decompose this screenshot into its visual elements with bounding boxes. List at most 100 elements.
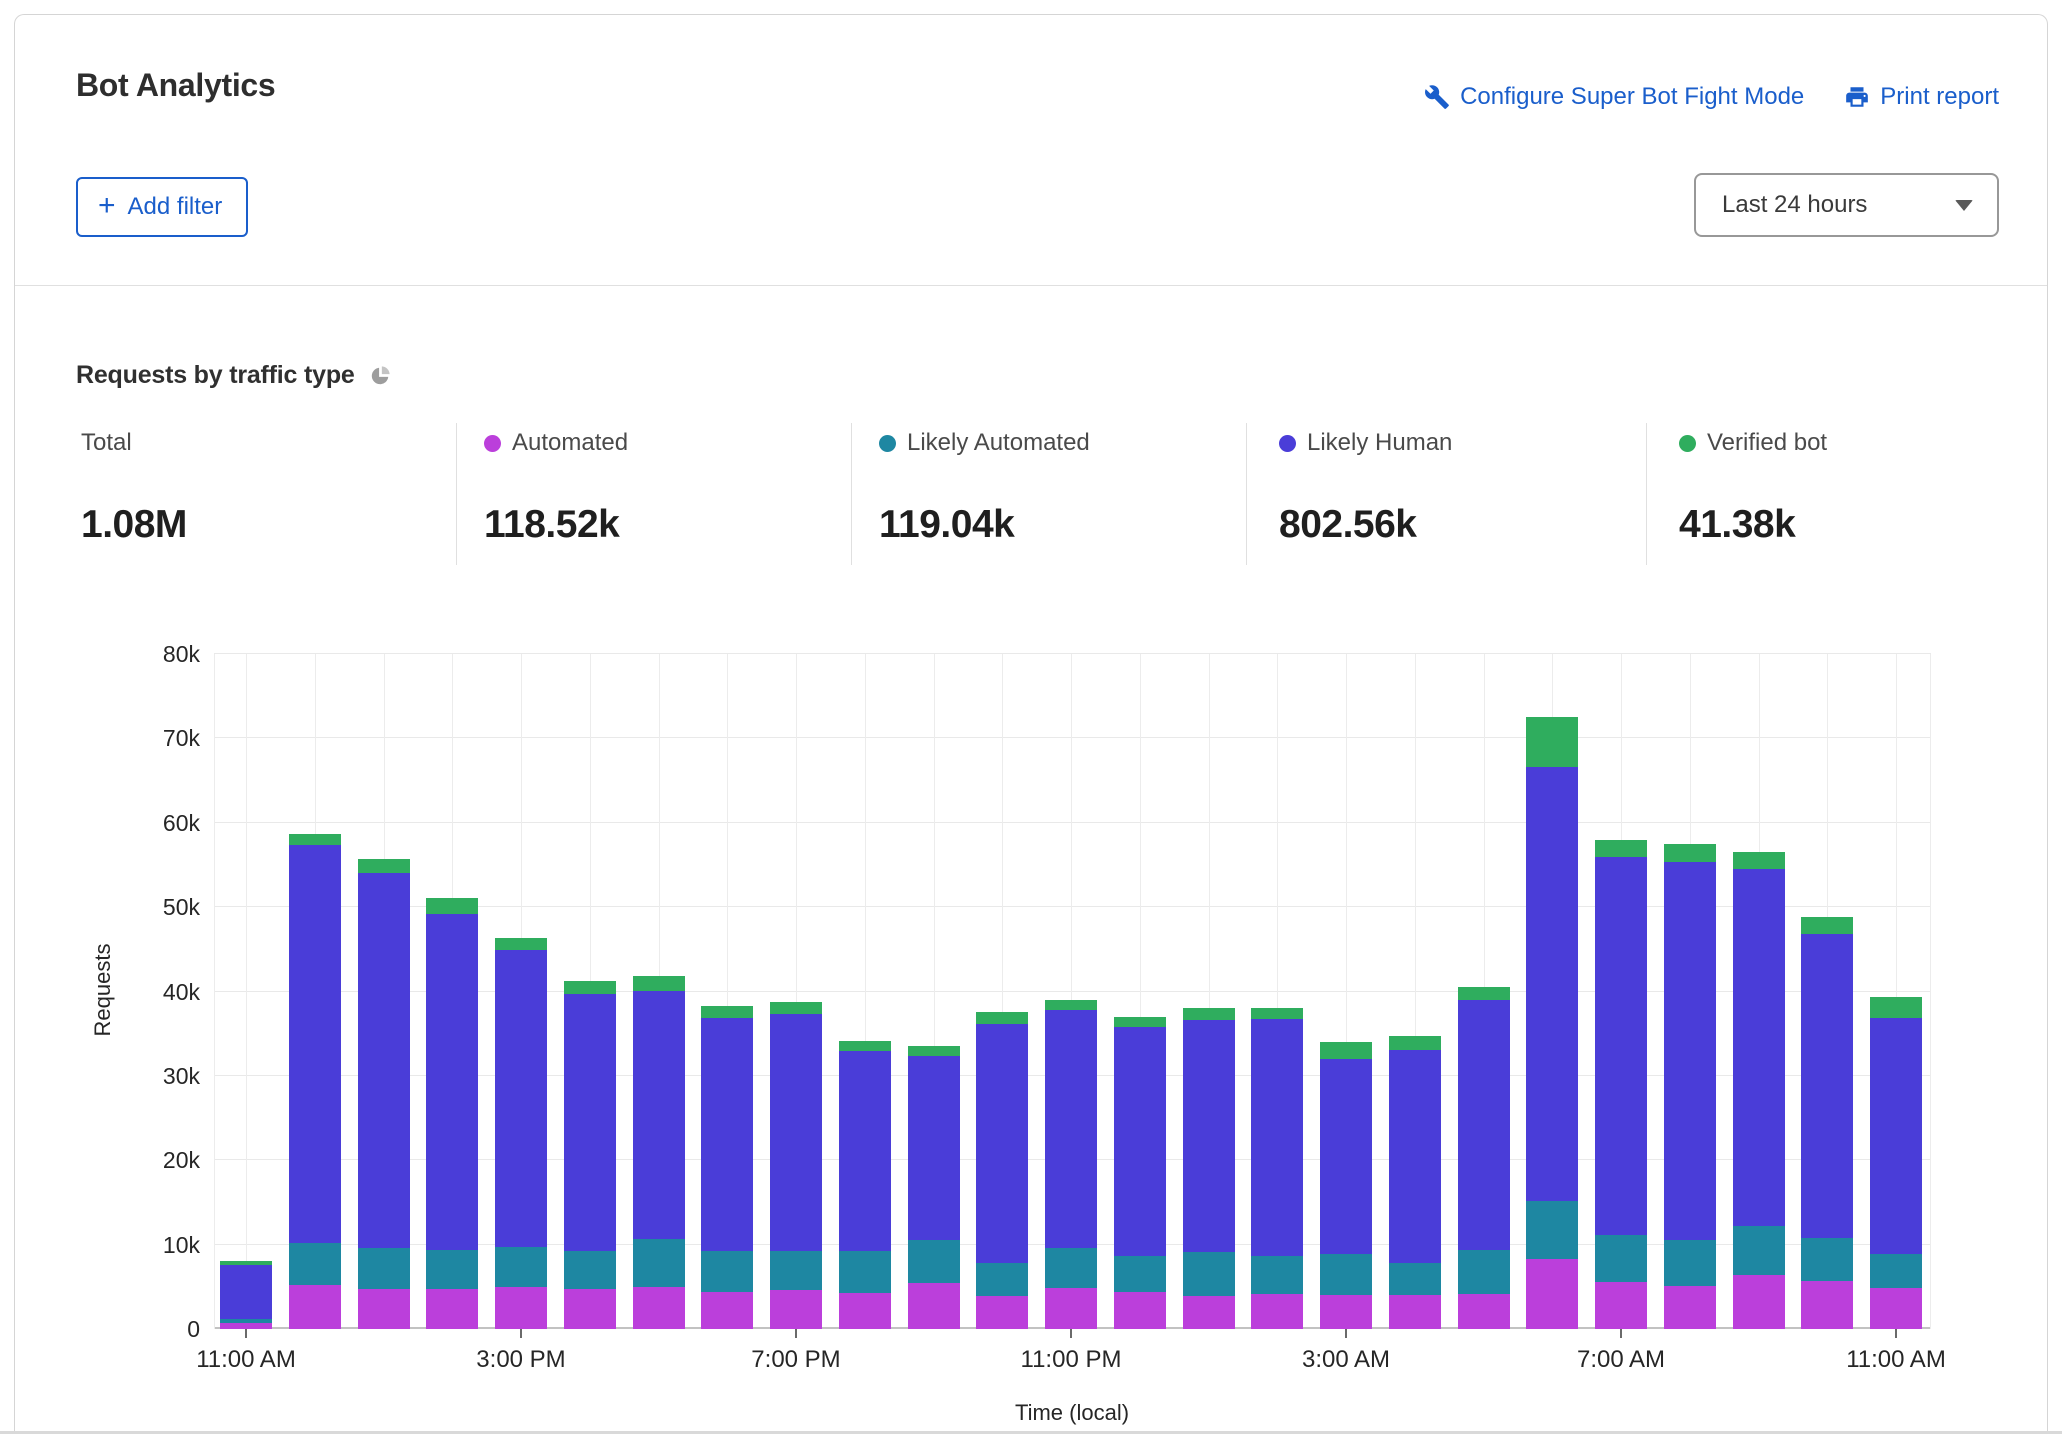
bar-6-00-pm[interactable] xyxy=(701,1006,753,1329)
bar-6-00-am[interactable] xyxy=(1526,717,1578,1329)
bar-segment-likely-automated xyxy=(1458,1250,1510,1295)
bar-segment-likely-automated xyxy=(495,1247,547,1287)
y-tick-label: 70k xyxy=(110,724,200,752)
bar-segment-automated xyxy=(495,1287,547,1329)
bar-segment-automated xyxy=(1526,1259,1578,1329)
stat-label: Total xyxy=(81,429,132,457)
x-tickmark xyxy=(1620,1329,1622,1338)
stat-value: 802.56k xyxy=(1279,503,1416,547)
stat-automated[interactable]: Automated118.52k xyxy=(484,429,628,457)
bar-10-00-pm[interactable] xyxy=(976,1012,1028,1329)
bar-1-00-am[interactable] xyxy=(1183,1008,1235,1329)
bar-segment-likely-human xyxy=(1045,1010,1097,1248)
bar-segment-verified-bot xyxy=(1733,852,1785,869)
bar-12-00-pm[interactable] xyxy=(289,834,341,1329)
section-title: Requests by traffic type xyxy=(76,361,391,390)
stat-value: 119.04k xyxy=(879,503,1014,547)
bar-7-00-am[interactable] xyxy=(1595,840,1647,1329)
bar-8-00-pm[interactable] xyxy=(839,1041,891,1329)
stat-label-text: Likely Human xyxy=(1307,429,1452,457)
bar-segment-likely-human xyxy=(1114,1027,1166,1256)
x-tick-label: 11:00 AM xyxy=(156,1346,336,1374)
bar-segment-automated xyxy=(1870,1288,1922,1329)
bar-segment-likely-human xyxy=(1458,1000,1510,1250)
stats-divider xyxy=(851,423,852,565)
bar-4-00-pm[interactable] xyxy=(564,981,616,1329)
bar-segment-automated xyxy=(1114,1292,1166,1329)
bar-segment-likely-automated xyxy=(358,1248,410,1289)
bar-segment-likely-human xyxy=(633,991,685,1239)
bar-1-00-pm[interactable] xyxy=(358,859,410,1329)
bar-4-00-am[interactable] xyxy=(1389,1036,1441,1329)
bar-segment-likely-human xyxy=(495,950,547,1247)
pie-chart-icon xyxy=(369,365,391,387)
bar-3-00-am[interactable] xyxy=(1320,1042,1372,1329)
configure-super-bot-fight-mode-link[interactable]: Configure Super Bot Fight Mode xyxy=(1424,83,1804,111)
legend-dot xyxy=(879,435,896,452)
bar-segment-likely-automated xyxy=(1870,1254,1922,1288)
legend-dot xyxy=(1679,435,1696,452)
bar-segment-verified-bot xyxy=(564,981,616,994)
bar-3-00-pm[interactable] xyxy=(495,938,547,1330)
stat-likely-human[interactable]: Likely Human802.56k xyxy=(1279,429,1452,457)
add-filter-button[interactable]: + Add filter xyxy=(76,177,248,237)
bar-9-00-am[interactable] xyxy=(1733,852,1785,1329)
bar-segment-likely-automated xyxy=(1801,1238,1853,1281)
bar-segment-likely-automated xyxy=(1526,1201,1578,1259)
bar-segment-likely-human xyxy=(1664,862,1716,1240)
x-gridline xyxy=(246,654,247,1329)
bar-segment-likely-automated xyxy=(908,1240,960,1284)
bar-segment-likely-automated xyxy=(1664,1240,1716,1286)
bar-9-00-pm[interactable] xyxy=(908,1046,960,1329)
stat-label: Automated xyxy=(484,429,628,457)
print-report-link[interactable]: Print report xyxy=(1844,83,1999,111)
bar-2-00-pm[interactable] xyxy=(426,898,478,1329)
time-range-select[interactable]: Last 24 hours xyxy=(1694,173,1999,237)
legend-dot xyxy=(484,435,501,452)
bar-segment-likely-automated xyxy=(1114,1256,1166,1292)
bar-segment-verified-bot xyxy=(358,859,410,873)
x-tickmark xyxy=(795,1329,797,1338)
bar-segment-likely-human xyxy=(1389,1050,1441,1263)
bar-10-00-am[interactable] xyxy=(1801,917,1853,1329)
bar-segment-automated xyxy=(1183,1296,1235,1329)
bar-segment-likely-human xyxy=(1595,857,1647,1234)
bar-5-00-pm[interactable] xyxy=(633,976,685,1329)
bar-segment-automated xyxy=(1251,1294,1303,1329)
print-link-label: Print report xyxy=(1880,83,1999,111)
bar-8-00-am[interactable] xyxy=(1664,844,1716,1329)
x-tickmark xyxy=(1895,1329,1897,1338)
bar-segment-likely-human xyxy=(908,1056,960,1240)
bar-segment-likely-human xyxy=(1733,869,1785,1226)
page-title: Bot Analytics xyxy=(76,67,275,104)
bar-11-00-am[interactable] xyxy=(1870,997,1922,1329)
bar-11-00-pm[interactable] xyxy=(1045,1000,1097,1329)
bar-segment-automated xyxy=(839,1293,891,1329)
stat-verified-bot[interactable]: Verified bot41.38k xyxy=(1679,429,1827,457)
bar-segment-likely-human xyxy=(220,1265,272,1319)
stat-total[interactable]: Total1.08M xyxy=(81,429,132,457)
y-gridline xyxy=(214,737,1931,738)
x-tick-label: 11:00 PM xyxy=(981,1346,1161,1374)
add-filter-label: Add filter xyxy=(128,193,223,221)
bar-2-00-am[interactable] xyxy=(1251,1008,1303,1329)
time-range-value: Last 24 hours xyxy=(1722,191,1867,219)
next-section-edge xyxy=(0,1431,2062,1434)
bar-segment-verified-bot xyxy=(1183,1008,1235,1020)
bar-11-00-am[interactable] xyxy=(220,1261,272,1329)
stat-likely-automated[interactable]: Likely Automated119.04k xyxy=(879,429,1090,457)
bar-segment-automated xyxy=(908,1283,960,1329)
header-divider xyxy=(15,285,2047,286)
stat-value: 1.08M xyxy=(81,503,187,547)
bar-segment-likely-automated xyxy=(1183,1252,1235,1296)
y-tick-label: 0 xyxy=(110,1315,200,1343)
bar-segment-verified-bot xyxy=(289,834,341,845)
stat-label-text: Total xyxy=(81,429,132,457)
plot-area[interactable] xyxy=(214,654,1931,1329)
bar-5-00-am[interactable] xyxy=(1458,987,1510,1329)
bar-7-00-pm[interactable] xyxy=(770,1002,822,1329)
bar-segment-verified-bot xyxy=(1045,1000,1097,1010)
bar-segment-likely-human xyxy=(358,873,410,1248)
bar-12-00-am[interactable] xyxy=(1114,1017,1166,1329)
bar-segment-verified-bot xyxy=(495,938,547,951)
